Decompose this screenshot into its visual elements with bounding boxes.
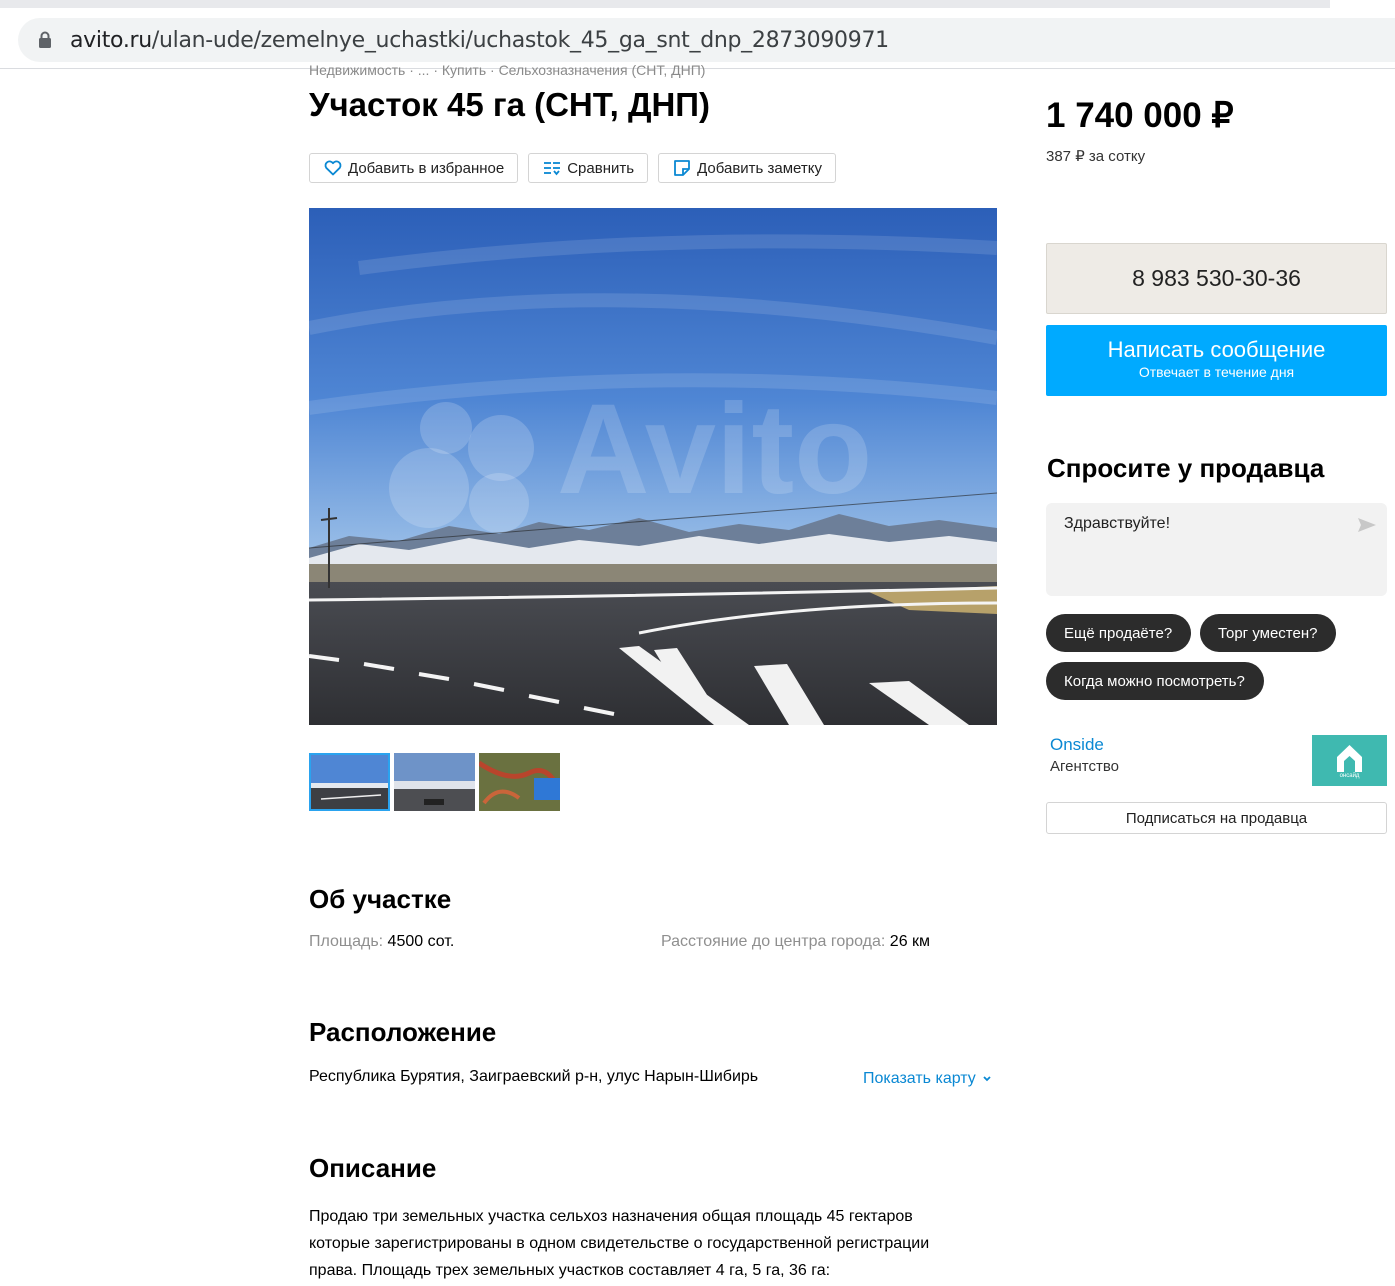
favorites-label: Добавить в избранное [348,159,505,177]
about-title: Об участке [309,884,452,914]
url-domain: avito.ru [70,27,152,53]
send-icon[interactable] [1357,516,1377,534]
chevron-down-icon [983,1076,991,1082]
distance-label: Расстояние до центра города: [661,933,886,950]
message-button-label: Написать сообщение [1107,337,1326,362]
compare-button[interactable]: Сравнить [528,153,649,183]
add-note-button[interactable]: Добавить заметку [658,153,836,183]
description-line: права. Площадь трех земельных участков с… [309,1262,831,1279]
price-per-unit: 387 ₽ за сотку [1046,148,1146,165]
show-map-label: Показать карту [863,1070,976,1087]
compare-label: Сравнить [567,159,635,177]
quick-question-viewing[interactable]: Когда можно посмотреть? [1046,662,1264,700]
location-title: Расположение [309,1017,497,1047]
chip-label: Когда можно посмотреть? [1064,672,1245,690]
message-button-sublabel: Отвечает в течение дня [1138,364,1295,380]
address-bar[interactable]: avito.ru/ulan-ude/zemelnye_uchastki/ucha… [18,18,1395,62]
listing-actions: Добавить в избранное Сравнить Добавить з… [309,153,836,183]
ask-seller-box: Здравствуйте! [1046,503,1387,596]
seller-logo[interactable]: онсайд [1312,735,1387,786]
seller-name-link[interactable]: Onside [1050,735,1104,755]
description-line: Продаю три земельных участка сельхоз наз… [309,1208,913,1225]
subscribe-label: Подписаться на продавца [1125,809,1308,827]
quick-question-bargain[interactable]: Торг уместен? [1200,614,1336,652]
distance-param: Расстояние до центра города: 26 км [661,933,930,951]
address-text: Республика Бурятия, Заиграевский р-н, ул… [309,1068,759,1085]
browser-top-edge [0,0,1330,8]
description-title: Описание [309,1153,437,1183]
write-message-button[interactable]: Написать сообщение Отвечает в течение дн… [1046,325,1387,396]
photo-thumbnails [309,753,560,811]
price: 1 740 000 ₽ [1046,96,1234,135]
thumbnail-3[interactable] [479,753,560,811]
note-label: Добавить заметку [697,159,822,177]
url-text: avito.ru/ulan-ude/zemelnye_uchastki/ucha… [70,28,889,53]
seller-logo-text: онсайд [1339,773,1360,779]
subscribe-seller-button[interactable]: Подписаться на продавца [1046,802,1387,834]
quick-question-still-selling[interactable]: Ещё продаёте? [1046,614,1191,652]
breadcrumb[interactable]: Недвижимость · ... · Купить · Сельхозназ… [309,65,705,78]
url-path: /ulan-ude/zemelnye_uchastki/uchastok_45_… [151,27,889,53]
compare-icon [544,162,561,176]
thumbnail-1[interactable] [309,753,390,811]
phone-number: 8 983 530-30-36 [1132,265,1301,291]
ask-seller-title: Спросите у продавца [1047,453,1325,483]
distance-value: 26 км [889,933,931,950]
heart-icon [324,160,342,176]
area-param: Площадь: 4500 сот. [309,933,454,951]
area-label: Площадь: [309,933,384,950]
lock-icon [39,31,51,48]
note-icon [674,160,690,176]
description-line: которые зарегистрированы в одном свидете… [309,1235,930,1252]
show-map-link[interactable]: Показать карту [863,1070,992,1088]
main-photo[interactable]: Avito [309,208,997,725]
description-text: Продаю три земельных участка сельхоз наз… [309,1203,999,1284]
area-value: 4500 сот. [387,933,455,950]
chip-label: Ещё продаёте? [1064,624,1173,642]
chip-label: Торг уместен? [1218,624,1318,642]
add-to-favorites-button[interactable]: Добавить в избранное [309,153,519,183]
page-title: Участок 45 га (СНТ, ДНП) [309,86,710,123]
phone-button[interactable]: 8 983 530-30-36 [1046,243,1387,314]
ask-message-input[interactable]: Здравствуйте! [1064,515,1170,533]
seller-type: Агентство [1050,758,1119,775]
avito-watermark: Avito [557,378,873,521]
thumbnail-2[interactable] [394,753,475,811]
